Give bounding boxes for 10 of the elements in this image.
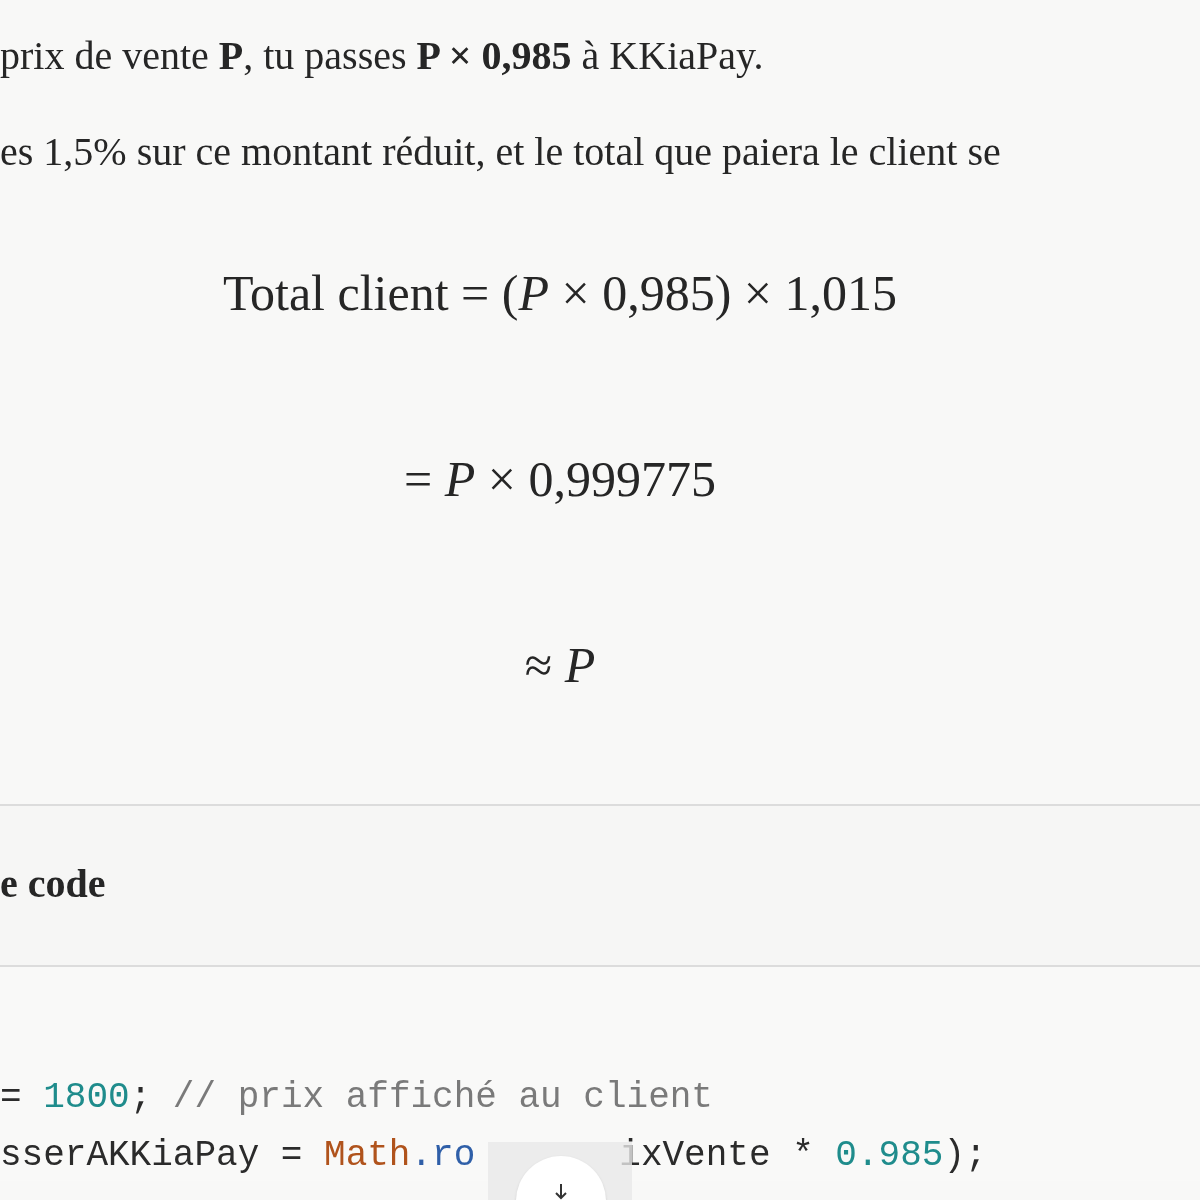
- code-line: sserAKKiaPay = Math.ro: [0, 1134, 476, 1178]
- equation: Total client = (P × 0,985) × 1,015: [223, 264, 897, 322]
- equation: ≈ P: [524, 636, 596, 694]
- paragraph: prix de vente P, tu passes P × 0,985 à KKiaPay.: [0, 32, 764, 80]
- arrow-down-icon: [554, 1184, 568, 1200]
- paragraph: es 1,5% sur ce montant réduit, et le total que paiera le client se: [0, 128, 1001, 176]
- code-line: ixVente * 0.985);: [619, 1134, 987, 1178]
- code-line: = 1800; // prix affiché au client: [0, 1076, 713, 1120]
- section-heading: e code: [0, 859, 106, 908]
- equation: = P × 0,999775: [404, 450, 716, 508]
